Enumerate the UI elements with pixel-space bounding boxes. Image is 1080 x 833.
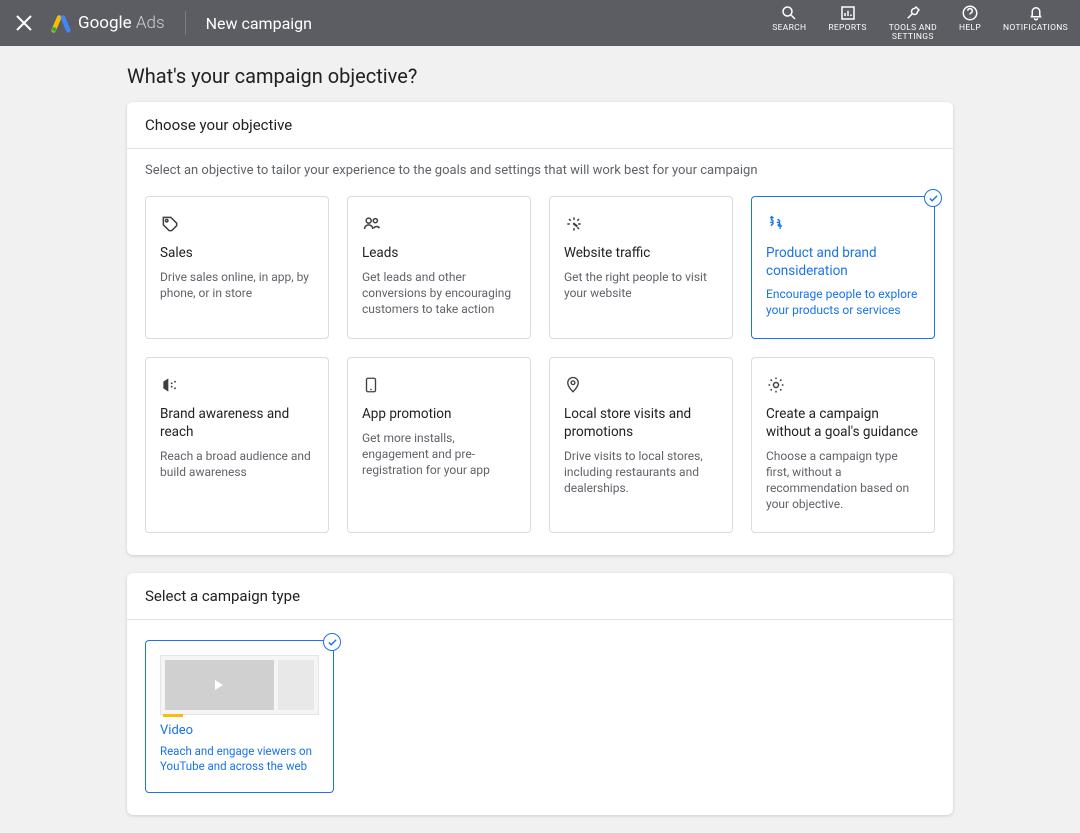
bell-icon (1027, 4, 1045, 22)
objective-header: Choose your objective (127, 102, 953, 149)
objective-desc: Choose a campaign type first, without a … (766, 448, 920, 513)
objective-title: App promotion (362, 406, 516, 424)
objective-title: Website traffic (564, 245, 718, 263)
objective-desc: Get leads and other conversions by encou… (362, 269, 516, 318)
objective-card[interactable]: Product and brand consideration Encourage… (751, 196, 935, 339)
objective-icon (766, 213, 920, 235)
brand-text: Google Ads (78, 13, 165, 33)
topbar: Google Ads New campaign SEARCH REPORTS T… (0, 0, 1080, 46)
campaign-type-title: Video (160, 723, 319, 738)
selected-check-icon (323, 633, 341, 651)
objective-desc: Drive sales online, in app, by phone, or… (160, 269, 314, 301)
search-icon (780, 4, 798, 22)
objective-title: Brand awareness and reach (160, 406, 314, 441)
close-icon (12, 11, 36, 35)
page-heading: What's your campaign objective? (127, 64, 953, 88)
topbar-tools[interactable]: TOOLS AND SETTINGS (889, 4, 937, 43)
objective-title: Create a campaign without a goal's guida… (766, 406, 920, 441)
objective-icon (362, 213, 516, 235)
objective-card[interactable]: Create a campaign without a goal's guida… (751, 357, 935, 533)
objective-card[interactable]: App promotion Get more installs, engageme… (347, 357, 531, 533)
objective-desc: Get more installs, engagement and pre-re… (362, 430, 516, 479)
objective-icon (766, 374, 920, 396)
objective-icon (564, 213, 718, 235)
objective-panel: Choose your objective Select an objectiv… (127, 102, 953, 555)
objective-card[interactable]: Website traffic Get the right people to v… (549, 196, 733, 339)
objective-title: Local store visits and promotions (564, 406, 718, 441)
topbar-search[interactable]: SEARCH (772, 4, 806, 43)
topbar-title: New campaign (206, 14, 312, 33)
selected-check-icon (924, 189, 942, 207)
objective-icon (160, 213, 314, 235)
objective-desc: Reach a broad audience and build awarene… (160, 448, 314, 480)
divider (185, 11, 186, 35)
close-button[interactable] (12, 11, 36, 35)
campaign-type-desc: Reach and engage viewers on YouTube and … (160, 744, 319, 774)
video-thumb-icon (160, 655, 319, 715)
topbar-help[interactable]: HELP (959, 4, 981, 43)
objective-subtext: Select an objective to tailor your exper… (127, 149, 953, 186)
campaign-type-card[interactable]: Video Reach and engage viewers on YouTube… (145, 640, 334, 793)
objective-desc: Encourage people to explore your product… (766, 286, 920, 318)
campaign-type-panel: Select a campaign type Video Reach and en… (127, 573, 953, 815)
campaign-type-header: Select a campaign type (127, 573, 953, 620)
ads-logo-icon (50, 12, 72, 34)
topbar-reports[interactable]: REPORTS (828, 4, 866, 43)
objective-icon (160, 374, 314, 396)
topbar-notifications[interactable]: NOTIFICATIONS (1003, 4, 1068, 43)
objective-card[interactable]: Brand awareness and reach Reach a broad a… (145, 357, 329, 533)
objective-card[interactable]: Local store visits and promotions Drive v… (549, 357, 733, 533)
objective-title: Product and brand consideration (766, 245, 920, 280)
objective-icon (564, 374, 718, 396)
help-icon (961, 4, 979, 22)
objective-desc: Drive visits to local stores, including … (564, 448, 718, 497)
objective-card[interactable]: Sales Drive sales online, in app, by phon… (145, 196, 329, 339)
reports-icon (839, 4, 857, 22)
objective-title: Sales (160, 245, 314, 263)
objective-card[interactable]: Leads Get leads and other conversions by … (347, 196, 531, 339)
wrench-icon (904, 4, 922, 22)
objective-title: Leads (362, 245, 516, 263)
objective-icon (362, 374, 516, 396)
objective-desc: Get the right people to visit your websi… (564, 269, 718, 301)
google-ads-logo: Google Ads (50, 12, 165, 34)
